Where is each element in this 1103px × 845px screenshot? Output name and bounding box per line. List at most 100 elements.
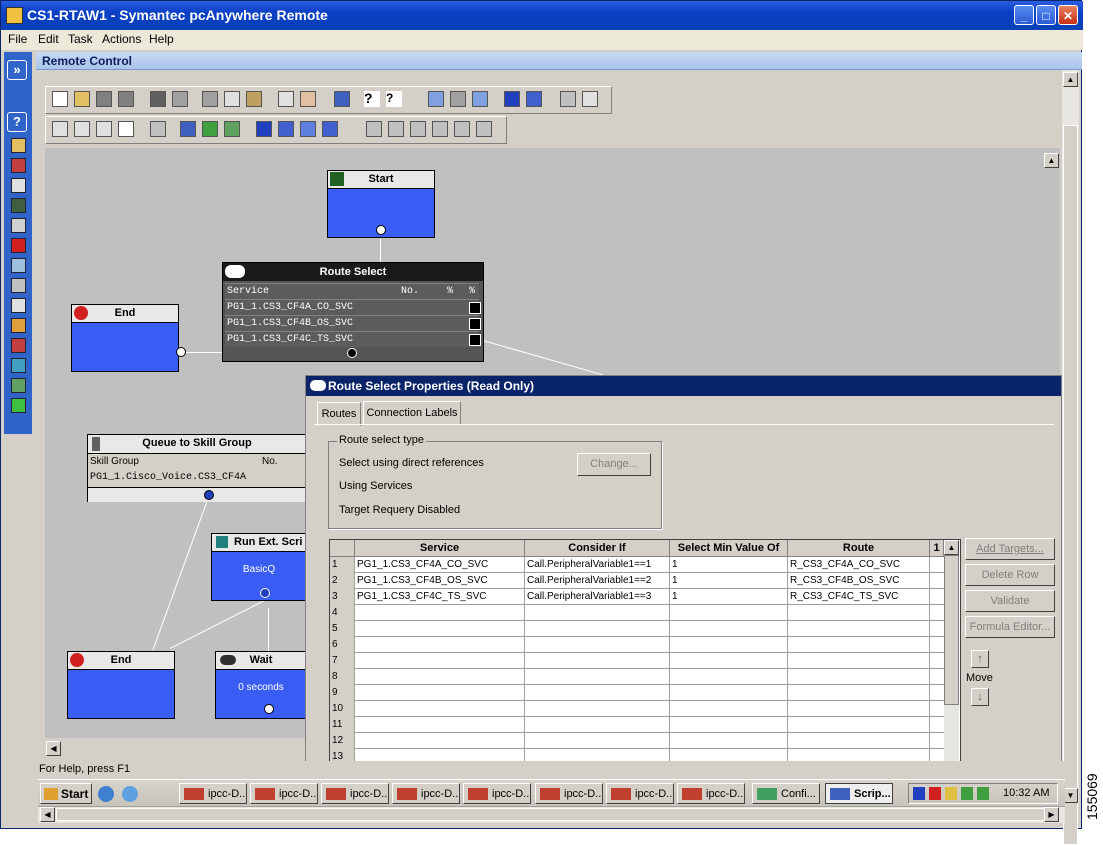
- grid-scroll-up-button[interactable]: ▲: [944, 540, 959, 555]
- consider-if-cell[interactable]: [525, 701, 670, 717]
- taskbar-task-button[interactable]: Scrip...: [825, 783, 893, 804]
- copy-icon[interactable]: [224, 91, 240, 107]
- route-select-row[interactable]: PG1_1.CS3_CF4B_OS_SVC: [225, 315, 481, 331]
- zoom-icon[interactable]: [118, 121, 134, 137]
- antivirus-icon[interactable]: [913, 787, 925, 800]
- keyboard-icon[interactable]: [11, 258, 26, 273]
- route-cell[interactable]: R_CS3_CF4B_OS_SVC: [788, 573, 930, 589]
- service-cell[interactable]: PG1_1.CS3_CF4B_OS_SVC: [355, 573, 525, 589]
- help-icon[interactable]: ?: [364, 91, 380, 107]
- validate-button[interactable]: Validate: [965, 590, 1055, 612]
- grid-row[interactable]: 9: [330, 685, 944, 701]
- select-min-cell[interactable]: 1: [670, 589, 788, 605]
- canvas-scroll-up-button[interactable]: ▲: [1044, 153, 1059, 168]
- consider-if-cell[interactable]: [525, 733, 670, 749]
- wait-node[interactable]: Wait 0 seconds: [215, 651, 307, 719]
- start-node[interactable]: Start: [327, 170, 435, 238]
- input-connector[interactable]: [176, 347, 186, 357]
- context-help-icon[interactable]: ?: [386, 91, 402, 107]
- wait-connector-icon[interactable]: [264, 704, 274, 714]
- menu-file[interactable]: File: [8, 32, 27, 46]
- taskbar-task-button[interactable]: ipcc-D...: [463, 783, 531, 804]
- route-cell[interactable]: [788, 669, 930, 685]
- quick-edit-icon[interactable]: [450, 91, 466, 107]
- canvas-scroll-left-button[interactable]: ◀: [46, 741, 61, 756]
- menu-edit[interactable]: Edit: [38, 32, 59, 46]
- select-min-cell[interactable]: [670, 733, 788, 749]
- consider-if-cell[interactable]: [525, 669, 670, 685]
- lock-icon[interactable]: [560, 91, 576, 107]
- row-connector-icon[interactable]: [469, 318, 481, 330]
- paste-icon[interactable]: [246, 91, 262, 107]
- tab-routes[interactable]: Routes: [317, 402, 361, 426]
- network-tray-icon[interactable]: [961, 787, 973, 800]
- row-number[interactable]: 1: [330, 557, 355, 573]
- tab-connection-labels[interactable]: Connection Labels: [363, 401, 461, 424]
- users-icon[interactable]: [11, 378, 26, 393]
- grid-vscroll[interactable]: ▲ ▼: [944, 540, 959, 777]
- connect-icon[interactable]: [526, 91, 542, 107]
- formula-editor-button[interactable]: Formula Editor...: [965, 616, 1055, 638]
- tree-icon[interactable]: [256, 121, 272, 137]
- consider-if-cell[interactable]: [525, 605, 670, 621]
- grid-row[interactable]: 1 PG1_1.CS3_CF4A_CO_SVC Call.PeripheralVar…: [330, 557, 944, 573]
- route-cell[interactable]: [788, 605, 930, 621]
- select-min-cell[interactable]: [670, 637, 788, 653]
- select-min-cell[interactable]: [670, 701, 788, 717]
- browse-icon[interactable]: [300, 91, 316, 107]
- route-cell[interactable]: [788, 733, 930, 749]
- check-icon[interactable]: [202, 121, 218, 137]
- settings-icon[interactable]: [11, 398, 26, 413]
- consider-if-cell[interactable]: [525, 717, 670, 733]
- save-icon[interactable]: [96, 91, 112, 107]
- consider-if-cell[interactable]: Call.PeripheralVariable1==1: [525, 557, 670, 573]
- select-icon[interactable]: [504, 91, 520, 107]
- minimize-button[interactable]: _: [1014, 5, 1034, 25]
- screen-icon[interactable]: [11, 198, 26, 213]
- scroll-down-button[interactable]: ▼: [1063, 788, 1078, 803]
- grid-row[interactable]: 11: [330, 717, 944, 733]
- taskbar-task-button[interactable]: Confi...: [752, 783, 820, 804]
- print-preview-icon[interactable]: [172, 91, 188, 107]
- grid-row[interactable]: 7: [330, 653, 944, 669]
- output-connector[interactable]: [376, 225, 386, 235]
- row-number[interactable]: 12: [330, 733, 355, 749]
- consider-if-cell[interactable]: [525, 637, 670, 653]
- monitor-tray-icon[interactable]: [977, 787, 989, 800]
- failure-connector[interactable]: [347, 348, 357, 358]
- select-min-cell[interactable]: [670, 669, 788, 685]
- row-number[interactable]: 2: [330, 573, 355, 589]
- grid-row[interactable]: 6: [330, 637, 944, 653]
- chat-icon[interactable]: [11, 178, 26, 193]
- taskbar-task-button[interactable]: ipcc-D...: [179, 783, 247, 804]
- grid-icon[interactable]: [334, 91, 350, 107]
- route-select-row[interactable]: PG1_1.CS3_CF4C_TS_SVC: [225, 331, 481, 347]
- grid-row[interactable]: 8: [330, 669, 944, 685]
- align-top-icon[interactable]: [432, 121, 448, 137]
- cut-icon[interactable]: [202, 91, 218, 107]
- record-icon[interactable]: [11, 338, 26, 353]
- consider-if-cell[interactable]: Call.PeripheralVariable1==3: [525, 589, 670, 605]
- clipboard-icon[interactable]: [11, 278, 26, 293]
- browse-script-icon[interactable]: [472, 91, 488, 107]
- taskbar-task-button[interactable]: ipcc-D...: [606, 783, 674, 804]
- grid-row[interactable]: 10: [330, 701, 944, 717]
- session-icon[interactable]: [11, 138, 26, 153]
- select-min-cell[interactable]: [670, 605, 788, 621]
- row-connector-icon[interactable]: [469, 334, 481, 346]
- check-all-icon[interactable]: [224, 121, 240, 137]
- tree-layout-icon[interactable]: [322, 121, 338, 137]
- select-min-cell[interactable]: 1: [670, 557, 788, 573]
- align-middle-icon[interactable]: [476, 121, 492, 137]
- move-up-button[interactable]: ↑: [971, 650, 989, 668]
- main-vscroll[interactable]: ▲ ▼: [1062, 70, 1079, 845]
- consider-if-cell[interactable]: [525, 685, 670, 701]
- grid-header-consider-if[interactable]: Consider If: [525, 540, 670, 557]
- zoom-out-icon[interactable]: [96, 121, 112, 137]
- route-cell[interactable]: R_CS3_CF4C_TS_SVC: [788, 589, 930, 605]
- taskbar-task-button[interactable]: ipcc-D...: [535, 783, 603, 804]
- quicklaunch-ie-icon[interactable]: [98, 786, 114, 802]
- taskbar-task-button[interactable]: ipcc-D...: [250, 783, 318, 804]
- row-number[interactable]: 10: [330, 701, 355, 717]
- service-cell[interactable]: [355, 637, 525, 653]
